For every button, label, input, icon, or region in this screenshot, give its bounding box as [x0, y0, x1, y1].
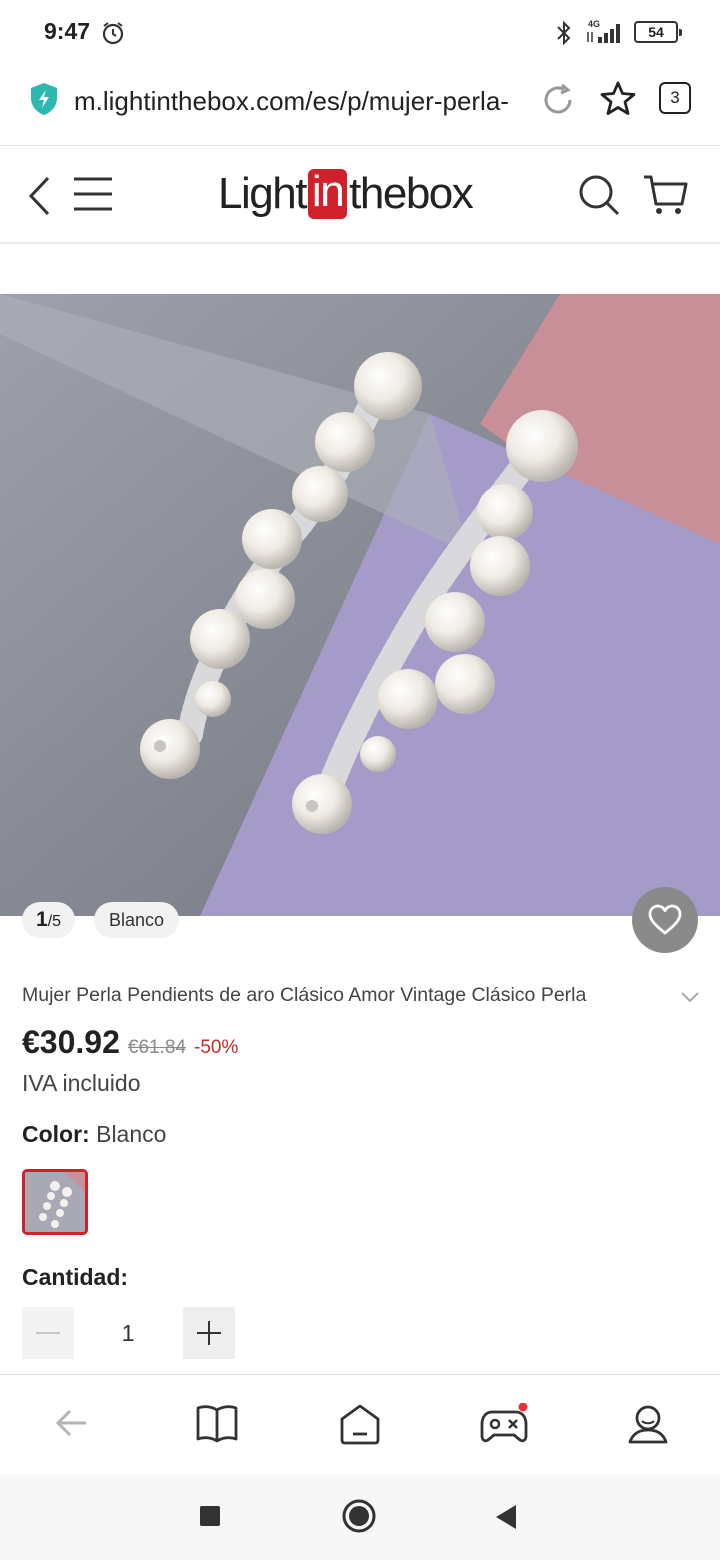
recents-square-icon[interactable] — [199, 1505, 221, 1527]
current-price: €30.92 — [22, 1024, 120, 1060]
status-time: 9:47 — [44, 18, 91, 44]
chevron-down-icon[interactable] — [680, 990, 700, 1004]
browser-url-bar: m.lightinthebox.com/es/p/mujer-perla- 3 — [0, 64, 720, 146]
status-bar: 9:47 4G 54 — [0, 0, 720, 64]
site-logo[interactable]: Light in thebox — [218, 168, 474, 220]
system-nav-bar — [0, 1474, 720, 1560]
vat-note: IVA incluido — [22, 1070, 141, 1096]
color-label: Color: — [22, 1121, 90, 1147]
wishlist-button[interactable] — [632, 887, 698, 953]
swatch-thumbnail — [25, 1172, 85, 1232]
bookmark-star-icon[interactable] — [599, 80, 637, 118]
bluetooth-icon — [557, 20, 571, 46]
reload-icon[interactable] — [540, 82, 576, 118]
image-current-index: 1 — [36, 908, 48, 931]
home-circle-icon[interactable] — [341, 1498, 377, 1534]
price-row: €30.92 €61.84 -50% — [22, 1024, 238, 1068]
logo-text-in: in — [307, 169, 348, 219]
color-swatch-blanco[interactable] — [22, 1169, 88, 1235]
product-title: Mujer Perla Pendients de aro Clásico Amo… — [22, 984, 587, 1006]
search-icon[interactable] — [578, 174, 620, 216]
image-color-tag: Blanco — [94, 902, 180, 938]
site-header: Light in thebox — [0, 146, 720, 244]
product-title-row[interactable]: Mujer Perla Pendients de aro Clásico Amo… — [22, 984, 702, 1012]
image-counter: 1/5 — [22, 902, 76, 938]
quantity-label: Cantidad: — [22, 1264, 129, 1290]
cart-icon[interactable] — [642, 174, 688, 216]
url-field[interactable]: m.lightinthebox.com/es/p/mujer-perla- — [74, 86, 520, 117]
back-chevron-icon[interactable] — [26, 174, 54, 218]
logo-text-thebox: thebox — [349, 169, 474, 218]
gamepad-icon[interactable] — [480, 1403, 530, 1445]
heart-icon — [648, 904, 682, 935]
browser-bottom-bar — [0, 1374, 720, 1474]
product-image[interactable] — [0, 294, 720, 916]
battery-indicator: 54 — [634, 21, 682, 43]
profile-icon[interactable] — [627, 1403, 669, 1445]
tabs-count-button[interactable]: 3 — [659, 82, 691, 114]
book-icon[interactable] — [195, 1403, 239, 1443]
color-value: Blanco — [96, 1121, 167, 1147]
back-triangle-icon[interactable] — [494, 1503, 518, 1531]
logo-text-light: Light — [218, 169, 307, 218]
back-arrow-icon[interactable] — [52, 1403, 92, 1443]
signal-icon: 4G — [587, 19, 620, 43]
menu-icon[interactable] — [72, 176, 114, 212]
discount-badge: -50% — [194, 1037, 239, 1058]
svg-text:4G: 4G — [588, 19, 600, 29]
original-price: €61.84 — [127, 1037, 186, 1058]
secure-shield-icon — [31, 83, 57, 115]
quantity-increase-button[interactable] — [183, 1307, 235, 1359]
quantity-value[interactable]: 1 — [74, 1307, 182, 1359]
color-row: Color: Blanco — [22, 1121, 166, 1148]
quantity-decrease-button[interactable] — [22, 1307, 74, 1359]
earrings-photo — [0, 294, 720, 916]
home-icon[interactable] — [338, 1403, 382, 1445]
alarm-icon — [102, 22, 124, 45]
image-total: /5 — [47, 913, 62, 930]
